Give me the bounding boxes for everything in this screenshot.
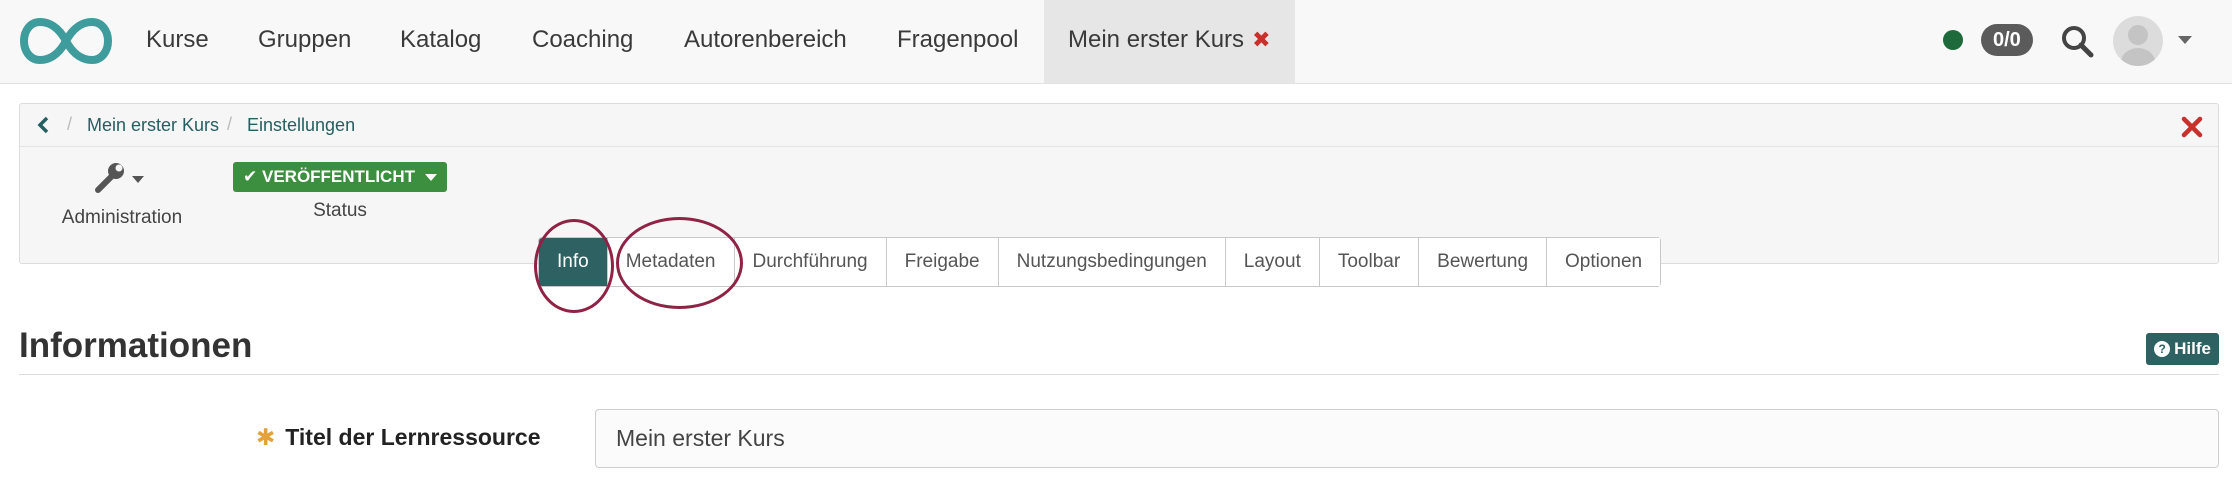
publication-status-label: ✔ VERÖFFENTLICHT <box>243 167 415 186</box>
help-label: Hilfe <box>2174 339 2211 358</box>
tab-info[interactable]: Info <box>539 238 608 286</box>
tab-layout[interactable]: Layout <box>1225 238 1320 286</box>
back-chevron-icon[interactable] <box>34 114 54 136</box>
breadcrumb: / Mein erster Kurs / Einstellungen <box>20 104 2218 147</box>
tab-durchfuehrung[interactable]: Durchführung <box>734 238 887 286</box>
breadcrumb-separator: / <box>67 114 73 134</box>
course-tab-label: Mein erster Kurs <box>1068 26 1245 53</box>
status-tool: ✔ VERÖFFENTLICHT Status <box>232 162 448 222</box>
close-course-icon[interactable]: ✖ <box>1252 27 1270 52</box>
nav-item-course-tab[interactable]: Mein erster Kurs ✖ <box>1044 0 1295 83</box>
tab-toolbar[interactable]: Toolbar <box>1319 238 1420 286</box>
breadcrumb-settings-link[interactable]: Einstellungen <box>247 115 355 136</box>
nav-item-coaching[interactable]: Coaching <box>532 0 633 83</box>
title-field-label: ✱ Titel der Lernressource <box>256 424 541 451</box>
tab-optionen[interactable]: Optionen <box>1547 238 1661 286</box>
online-status-indicator[interactable] <box>1943 30 1963 50</box>
status-label: Status <box>313 200 367 221</box>
user-avatar[interactable] <box>2113 16 2163 66</box>
settings-tabs: Info Metadaten Durchführung Freigabe Nut… <box>538 237 1662 287</box>
user-menu-caret-icon[interactable] <box>2178 36 2192 44</box>
search-icon[interactable] <box>2060 24 2094 58</box>
openolat-logo-icon[interactable] <box>20 16 112 66</box>
publication-status-button[interactable]: ✔ VERÖFFENTLICHT <box>233 162 447 192</box>
page-title: Informationen <box>19 326 253 365</box>
breadcrumb-course-link[interactable]: Mein erster Kurs <box>87 115 219 136</box>
section-divider <box>19 374 2219 375</box>
chevron-down-icon <box>424 173 437 181</box>
required-asterisk-icon: ✱ <box>256 424 276 450</box>
nav-item-fragenpool[interactable]: Fragenpool <box>897 0 1018 83</box>
question-circle-icon: ? <box>2154 341 2171 357</box>
nav-item-gruppen[interactable]: Gruppen <box>258 0 351 83</box>
user-silhouette-icon <box>2121 25 2155 66</box>
nav-item-kurse[interactable]: Kurse <box>146 0 209 83</box>
nav-item-autorenbereich[interactable]: Autorenbereich <box>684 0 847 83</box>
help-button[interactable]: ? Hilfe <box>2146 333 2219 365</box>
tab-metadaten[interactable]: Metadaten <box>607 238 735 286</box>
tab-freigabe[interactable]: Freigabe <box>886 238 999 286</box>
breadcrumb-separator: / <box>227 114 233 134</box>
top-navigation: Kurse Gruppen Katalog Coaching Autorenbe… <box>0 0 2232 84</box>
tab-nutzungsbedingungen[interactable]: Nutzungsbedingungen <box>998 238 1226 286</box>
administration-label: Administration <box>61 207 183 228</box>
title-input[interactable] <box>595 409 2219 468</box>
close-panel-icon[interactable] <box>2180 115 2204 139</box>
administration-tool[interactable]: Administration <box>47 160 197 229</box>
tab-bewertung[interactable]: Bewertung <box>1419 238 1548 286</box>
title-field-label-text: Titel der Lernressource <box>285 424 541 450</box>
wrench-icon <box>92 160 152 194</box>
notification-counter-badge[interactable]: 0/0 <box>1981 24 2033 56</box>
nav-item-katalog[interactable]: Katalog <box>400 0 481 83</box>
